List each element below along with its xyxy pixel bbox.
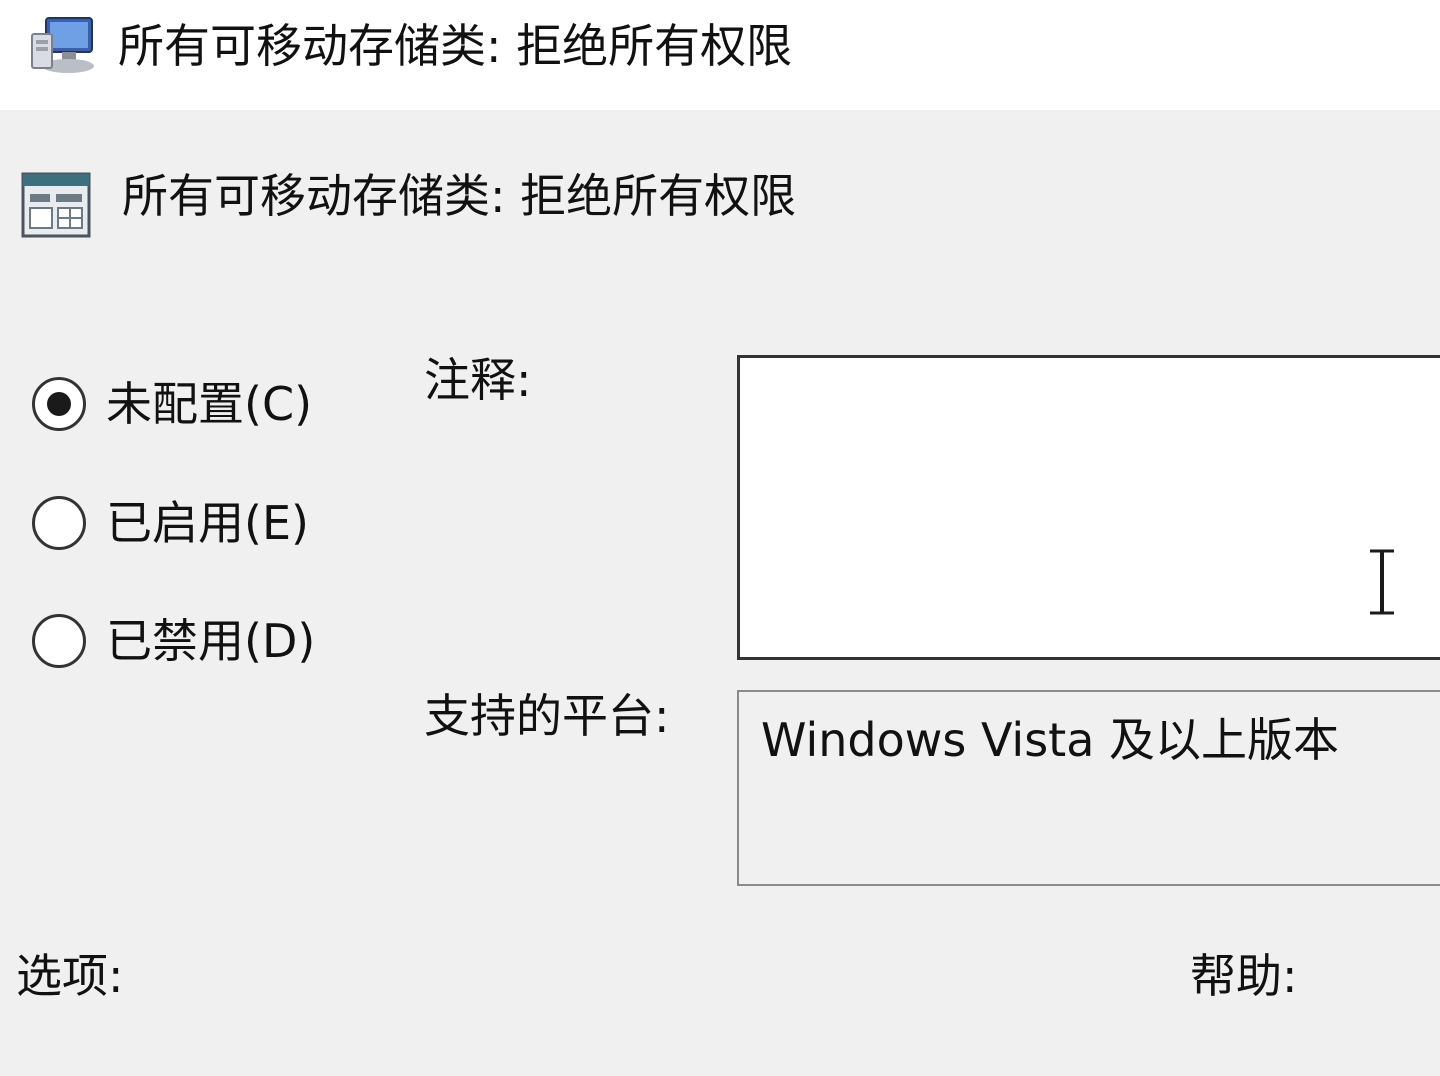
- supported-platform-box[interactable]: Windows Vista 及以上版本: [737, 690, 1440, 886]
- help-section-label: 帮助:: [1190, 949, 1298, 1003]
- policy-title: 所有可移动存储类: 拒绝所有权限: [122, 169, 797, 223]
- options-section-label: 选项:: [16, 949, 124, 1003]
- radio-not-configured[interactable]: 未配置(C): [32, 374, 312, 434]
- radio-enabled[interactable]: 已启用(E): [32, 493, 309, 553]
- group-policy-computer-icon: [28, 14, 100, 78]
- title-bar[interactable]: 所有可移动存储类: 拒绝所有权限: [0, 0, 1440, 110]
- radio-disabled-circle[interactable]: [32, 614, 86, 668]
- comment-textarea[interactable]: [737, 355, 1440, 660]
- radio-enabled-label[interactable]: 已启用(E): [106, 493, 309, 553]
- text-cursor-icon: [1366, 548, 1398, 616]
- policy-setting-icon: [20, 168, 92, 240]
- supported-platform-value: Windows Vista 及以上版本: [761, 713, 1340, 767]
- supported-platform-label: 支持的平台:: [424, 689, 670, 743]
- window-title: 所有可移动存储类: 拒绝所有权限: [118, 19, 793, 73]
- radio-not-configured-label[interactable]: 未配置(C): [106, 374, 312, 434]
- policy-setting-dialog: 所有可移动存储类: 拒绝所有权限 所有可移动存储类: 拒绝所有权限 未配置(C)…: [0, 0, 1440, 1076]
- radio-disabled[interactable]: 已禁用(D): [32, 611, 315, 671]
- radio-enabled-circle[interactable]: [32, 496, 86, 550]
- comment-label: 注释:: [424, 353, 532, 407]
- radio-not-configured-circle[interactable]: [32, 377, 86, 431]
- radio-disabled-label[interactable]: 已禁用(D): [106, 611, 315, 671]
